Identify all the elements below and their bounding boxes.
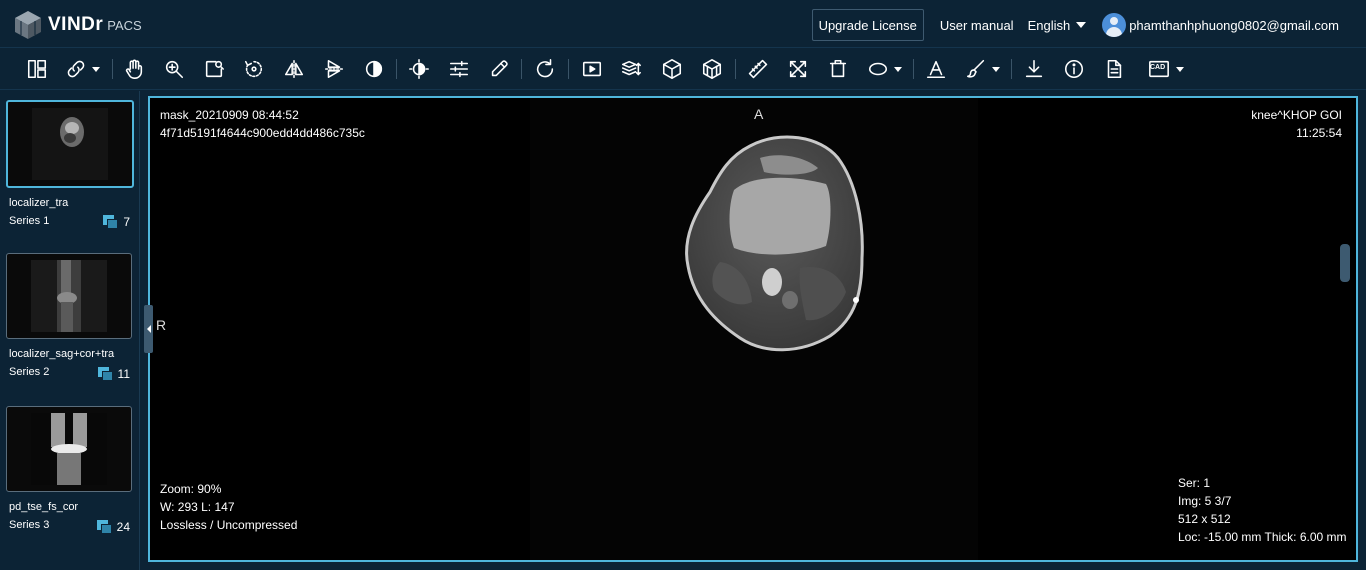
series-name: pd_tse_fs_cor <box>9 501 79 513</box>
compression-info: Lossless / Uncompressed <box>160 518 298 532</box>
pacs-viewer-app: VINDr PACS Upgrade License User manual E… <box>0 0 1366 570</box>
series-thumbnail[interactable] <box>6 100 134 188</box>
text-annotation-icon[interactable] <box>924 57 948 81</box>
header-actions: Upgrade License User manual English pham… <box>811 9 1339 41</box>
series-card[interactable]: localizer_sag+cor+tra Series 2 11 <box>6 253 134 381</box>
window-level: W: 293 L: 147 <box>160 500 235 514</box>
stack-icon <box>96 520 113 534</box>
study-uid: 4f71d5191f4644c900edd4dd486c735c <box>160 126 365 140</box>
link-icon[interactable] <box>64 57 100 81</box>
series-number-overlay: Ser: 1 <box>1178 476 1211 490</box>
user-email: phamthanhphuong0802@gmail.com <box>1129 17 1339 33</box>
ellipse-icon[interactable] <box>866 57 902 81</box>
pan-icon[interactable] <box>122 57 146 81</box>
series-name: localizer_tra <box>9 197 69 209</box>
slice-scrollbar[interactable] <box>1340 244 1350 282</box>
sidebar-collapse-button[interactable] <box>144 305 153 353</box>
overlay-top-right: knee^KHOP GOI 11:25:54 <box>1251 106 1342 142</box>
toolbar-divider <box>913 59 914 79</box>
toolbar-divider <box>1011 59 1012 79</box>
reset-icon[interactable] <box>533 57 557 81</box>
zoom-level: Zoom: 90% <box>160 482 222 496</box>
acquisition-time: 11:25:54 <box>1296 126 1342 140</box>
orientation-marker-left: R <box>156 317 167 333</box>
report-icon[interactable] <box>1102 57 1126 81</box>
logo-product-text: PACS <box>107 18 142 33</box>
image-viewport[interactable]: mask_20210909 08:44:52 4f71d5191f4644c90… <box>148 96 1358 562</box>
logo-brand-text: VINDr <box>48 14 104 35</box>
stack-icon <box>97 367 114 381</box>
series-preview-image <box>31 413 107 485</box>
adjust-icon[interactable] <box>447 57 471 81</box>
user-manual-link[interactable]: User manual <box>940 18 1014 33</box>
toolbar-divider <box>112 59 113 79</box>
download-icon[interactable] <box>1022 57 1046 81</box>
top-header: VINDr PACS Upgrade License User manual E… <box>0 0 1366 48</box>
cube-logo-icon <box>15 11 41 39</box>
delete-icon[interactable] <box>826 57 850 81</box>
flip-horizontal-icon[interactable] <box>282 57 306 81</box>
layout-icon[interactable] <box>25 57 49 81</box>
ruler-icon[interactable] <box>746 57 770 81</box>
user-menu[interactable]: phamthanhphuong0802@gmail.com <box>1102 13 1339 37</box>
orientation-marker-top: A <box>754 106 764 122</box>
stack-scroll-icon[interactable] <box>619 57 643 81</box>
chevron-down-icon[interactable] <box>894 67 902 72</box>
flip-vertical-icon[interactable] <box>322 57 346 81</box>
overlay-bottom-left: Zoom: 90% W: 293 L: 147 Lossless / Uncom… <box>160 480 297 534</box>
toolbar-divider <box>521 59 522 79</box>
eyedropper-icon[interactable] <box>487 57 511 81</box>
language-label: English <box>1027 17 1071 33</box>
info-icon[interactable] <box>1062 57 1086 81</box>
chevron-left-icon <box>146 325 151 333</box>
overlay-top-left: mask_20210909 08:44:52 4f71d5191f4644c90… <box>160 106 365 142</box>
3d-icon[interactable] <box>660 57 684 81</box>
image-index: Img: 5 3/7 <box>1178 494 1232 508</box>
toolbar-divider <box>735 59 736 79</box>
image-dimensions: 512 x 512 <box>1178 512 1231 526</box>
series-sidebar: localizer_tra Series 1 7 localizer_sag+c… <box>0 91 140 570</box>
series-thumbnail[interactable] <box>6 253 132 339</box>
mpr-icon[interactable] <box>700 57 724 81</box>
cad-icon[interactable]: CAD <box>1146 57 1184 81</box>
slice-location: Loc: -15.00 mm Thick: 6.00 mm <box>1178 530 1347 544</box>
chevron-down-icon[interactable] <box>92 67 100 72</box>
window-level-icon[interactable] <box>407 57 431 81</box>
series-card[interactable]: localizer_tra Series 1 7 <box>6 100 134 229</box>
toolbar-divider <box>568 59 569 79</box>
series-thumbnail[interactable] <box>6 406 132 492</box>
chevron-down-icon[interactable] <box>1176 67 1184 72</box>
series-image-count: 24 <box>96 520 130 534</box>
toolbar: CAD <box>0 48 1366 90</box>
series-image-count: 11 <box>97 367 130 381</box>
brush-icon[interactable] <box>964 57 1000 81</box>
patient-name: knee^KHOP GOI <box>1251 108 1342 122</box>
series-name: localizer_sag+cor+tra <box>9 348 115 360</box>
series-card[interactable]: pd_tse_fs_cor Series 3 24 <box>6 406 134 534</box>
overlay-bottom-right: Ser: 1 Img: 5 3/7 512 x 512 Loc: -15.00 … <box>1178 474 1347 546</box>
series-image-count: 7 <box>103 215 130 229</box>
zoom-icon[interactable] <box>162 57 186 81</box>
rotate-icon[interactable] <box>242 57 266 81</box>
chevron-down-icon[interactable] <box>992 67 1000 72</box>
cine-play-icon[interactable] <box>580 57 604 81</box>
chevron-down-icon <box>1076 22 1087 28</box>
language-selector[interactable]: English <box>1028 18 1087 33</box>
cad-label: CAD <box>1150 64 1166 71</box>
vindr-logo[interactable]: VINDr PACS <box>14 10 142 40</box>
magnify-region-icon[interactable] <box>202 57 226 81</box>
upgrade-license-button[interactable]: Upgrade License <box>811 9 924 41</box>
invert-icon[interactable] <box>362 57 386 81</box>
series-preview-image <box>32 108 108 180</box>
crosshair-icon[interactable] <box>786 57 810 81</box>
mri-knee-image <box>685 135 864 352</box>
study-datetime: mask_20210909 08:44:52 <box>160 108 299 122</box>
avatar <box>1102 13 1127 37</box>
series-preview-image <box>31 260 107 332</box>
stack-icon <box>103 215 119 229</box>
toolbar-divider <box>396 59 397 79</box>
